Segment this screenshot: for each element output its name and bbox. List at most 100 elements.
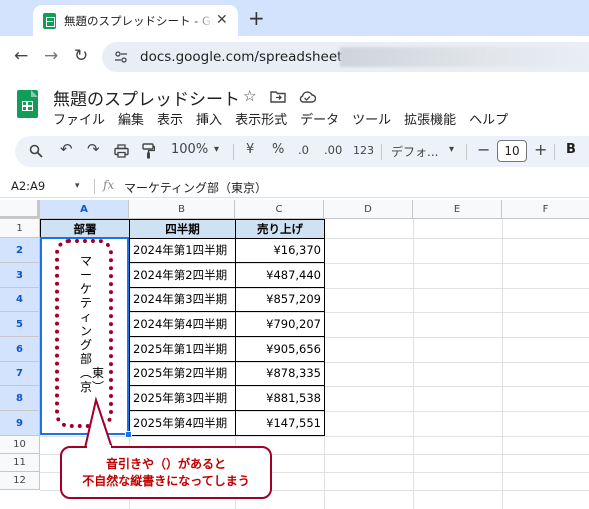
search-menus-icon[interactable] <box>29 144 43 158</box>
cell-c3[interactable]: ¥487,440 <box>235 263 325 288</box>
cloud-status-icon[interactable] <box>298 90 316 103</box>
annotation-callout: 音引きや（）があると 不自然な縦書きになってしまう <box>60 446 272 499</box>
row-header-8[interactable]: 8 <box>0 386 40 411</box>
cell-c2[interactable]: ¥16,370 <box>235 238 325 263</box>
cell-c6[interactable]: ¥905,656 <box>235 337 325 362</box>
cell-b8[interactable]: 2025年第3四半期 <box>129 386 236 411</box>
undo-icon[interactable]: ↶ <box>60 140 73 158</box>
name-box[interactable]: A2:A9 <box>11 179 45 193</box>
gridline <box>502 219 503 509</box>
cell-b7[interactable]: 2025年第2四半期 <box>129 362 236 386</box>
cell-c4[interactable]: ¥857,209 <box>235 288 325 312</box>
row-header-6[interactable]: 6 <box>0 337 40 362</box>
menu-data[interactable]: データ <box>300 109 339 128</box>
menu-view[interactable]: 表示 <box>157 109 183 128</box>
number-format-button[interactable]: 123 <box>353 144 374 157</box>
annotation-highlight-ring <box>55 239 113 428</box>
cell-c1-header[interactable]: 売り上げ <box>235 219 325 239</box>
font-size-decrease-button[interactable]: − <box>477 140 490 159</box>
new-tab-button[interactable]: + <box>248 6 265 30</box>
formula-bar: A2:A9 ▾ fx マーケティング部（東京） <box>0 176 589 198</box>
document-title[interactable]: 無題のスプレッドシート <box>53 85 240 110</box>
toolbar: ↶ ↷ 100% ▾ ¥ % .0 .00 123 デフォ... ▾ − 10 … <box>15 136 589 167</box>
cell-b6[interactable]: 2025年第1四半期 <box>129 337 236 362</box>
percent-format-button[interactable]: % <box>272 142 284 157</box>
cell-c8[interactable]: ¥881,538 <box>235 386 325 411</box>
cell-b3[interactable]: 2024年第2四半期 <box>129 263 236 288</box>
row-header-4[interactable]: 4 <box>0 288 40 312</box>
callout-pointer-joint <box>87 445 111 451</box>
menu-file[interactable]: ファイル <box>53 109 105 128</box>
cell-c9[interactable]: ¥147,551 <box>235 411 325 436</box>
column-header-e[interactable]: E <box>413 200 502 219</box>
site-info-icon[interactable] <box>114 50 128 64</box>
font-family-select[interactable]: デフォ... <box>391 143 438 160</box>
star-icon[interactable]: ☆ <box>243 87 256 105</box>
cell-b5[interactable]: 2024年第4四半期 <box>129 312 236 337</box>
cell-a1-header[interactable]: 部署 <box>40 219 130 239</box>
font-chevron-down-icon[interactable]: ▾ <box>449 144 454 155</box>
row-header-2[interactable]: 2 <box>0 238 40 263</box>
reload-button[interactable]: ↻ <box>74 46 88 66</box>
browser-tabstrip: 無題のスプレッドシート - Google スプレッドシート ✕ + <box>0 0 589 36</box>
zoom-select[interactable]: 100% <box>171 142 208 157</box>
forward-button[interactable]: → <box>44 46 58 66</box>
redo-icon[interactable]: ↷ <box>87 140 100 158</box>
currency-format-button[interactable]: ¥ <box>246 142 254 157</box>
row-header-7[interactable]: 7 <box>0 362 40 386</box>
row-header-10[interactable]: 10 <box>0 436 40 454</box>
font-size-increase-button[interactable]: + <box>534 140 547 159</box>
menu-edit[interactable]: 編集 <box>118 109 144 128</box>
tab-title: 無題のスプレッドシート - Google スプレッドシート <box>64 14 214 28</box>
sheets-logo-icon[interactable] <box>17 90 38 118</box>
menu-tools[interactable]: ツール <box>352 109 391 128</box>
decrease-decimal-button[interactable]: .0 <box>298 143 309 157</box>
menu-bar: ファイル 編集 表示 挿入 表示形式 データ ツール 拡張機能 ヘルプ <box>53 109 521 128</box>
column-header-f[interactable]: F <box>502 200 589 219</box>
url-redacted-blur <box>340 47 589 67</box>
cell-b4[interactable]: 2024年第3四半期 <box>129 288 236 312</box>
menu-insert[interactable]: 挿入 <box>196 109 222 128</box>
column-header-a[interactable]: A <box>40 200 129 219</box>
fx-icon: fx <box>103 178 115 192</box>
back-button[interactable]: ← <box>14 46 28 66</box>
column-header-b[interactable]: B <box>129 200 235 219</box>
url-bar[interactable]: docs.google.com/spreadsheets/d/1cb <box>102 42 589 72</box>
callout-text: 音引きや（）があると 不自然な縦書きになってしまう <box>62 456 270 490</box>
zoom-chevron-down-icon[interactable]: ▾ <box>214 144 219 155</box>
row-header-5[interactable]: 5 <box>0 312 40 337</box>
formula-input[interactable]: マーケティング部（東京） <box>124 179 267 196</box>
row-header-11[interactable]: 11 <box>0 454 40 472</box>
cell-b2[interactable]: 2024年第1四半期 <box>129 238 236 263</box>
row-header-12[interactable]: 12 <box>0 472 40 490</box>
toolbar-divider <box>466 144 467 160</box>
print-icon[interactable] <box>114 144 129 158</box>
column-header-c[interactable]: C <box>235 200 324 219</box>
font-size-input[interactable]: 10 <box>497 140 527 162</box>
sheets-favicon-icon <box>43 13 56 29</box>
row-header-9[interactable]: 9 <box>0 411 40 436</box>
bold-button[interactable]: B <box>566 142 576 157</box>
column-header-d[interactable]: D <box>324 200 413 219</box>
toolbar-divider <box>554 144 555 160</box>
cell-b1-header[interactable]: 四半期 <box>129 219 236 239</box>
browser-tab[interactable]: 無題のスプレッドシート - Google スプレッドシート ✕ <box>33 5 238 36</box>
cell-b9[interactable]: 2025年第4四半期 <box>129 411 236 436</box>
menu-help[interactable]: ヘルプ <box>469 109 508 128</box>
select-all-corner[interactable] <box>0 200 40 219</box>
paint-format-icon[interactable] <box>142 143 155 159</box>
row-header-3[interactable]: 3 <box>0 263 40 288</box>
callout-line-2: 不自然な縦書きになってしまう <box>82 474 250 488</box>
row-header-1[interactable]: 1 <box>0 219 40 238</box>
tab-close-icon[interactable]: ✕ <box>216 12 228 28</box>
move-folder-icon[interactable] <box>270 90 286 103</box>
cell-c5[interactable]: ¥790,207 <box>235 312 325 337</box>
menu-extensions[interactable]: 拡張機能 <box>404 109 456 128</box>
menu-format[interactable]: 表示形式 <box>235 109 287 128</box>
gridline <box>40 436 589 437</box>
selection-fill-handle[interactable] <box>125 431 132 438</box>
cell-c7[interactable]: ¥878,335 <box>235 362 325 386</box>
name-box-chevron-down-icon[interactable]: ▾ <box>75 181 80 191</box>
toolbar-divider <box>381 144 382 160</box>
increase-decimal-button[interactable]: .00 <box>324 143 342 157</box>
